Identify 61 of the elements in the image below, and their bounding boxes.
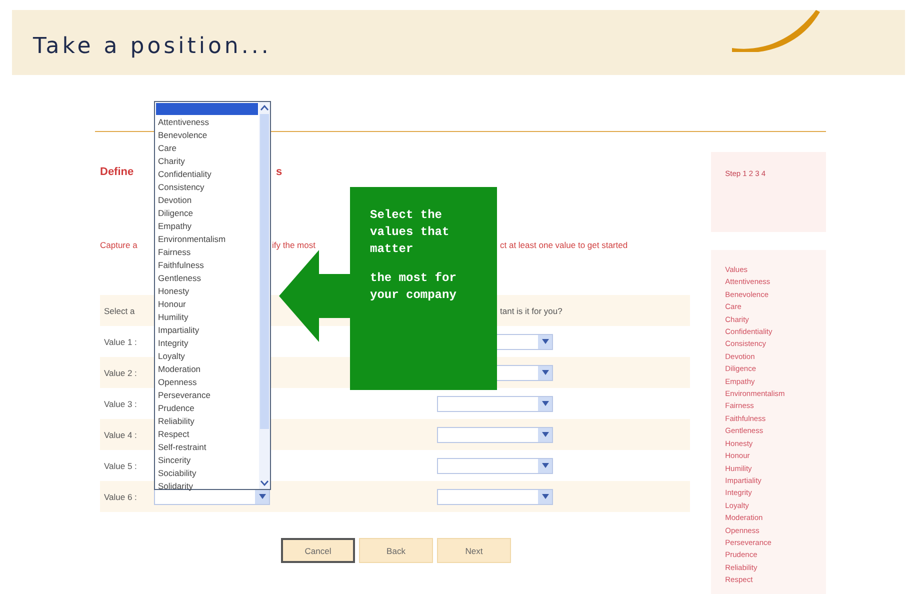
callout-text: the most for your company	[370, 270, 458, 304]
list-option[interactable]: Perseverance	[155, 389, 259, 402]
scroll-up-icon	[260, 105, 269, 111]
value-label: Value 2 :	[103, 368, 138, 378]
caret-icon	[542, 463, 548, 468]
list-option[interactable]: Honesty	[155, 285, 259, 298]
list-option[interactable]: Respect	[155, 428, 259, 441]
value-label: Value 6 :	[103, 492, 138, 502]
value-label: Value 4 :	[103, 430, 138, 440]
question-text: Select a	[103, 306, 136, 316]
caret-icon	[542, 432, 548, 437]
list-option[interactable]: Attentiveness	[155, 116, 259, 129]
list-option[interactable]: Care	[155, 142, 259, 155]
list-option[interactable]: Faithfulness	[155, 259, 259, 272]
value-label: Value 3 :	[103, 398, 138, 408]
list-option[interactable]: Humility	[155, 311, 259, 324]
list-option[interactable]: Charity	[155, 155, 259, 168]
list-option[interactable]: Consistency	[155, 181, 259, 194]
intro-text: ct at least one value to get started	[500, 240, 628, 250]
caret-icon	[542, 370, 548, 375]
caret-icon	[542, 494, 548, 499]
caret-icon	[258, 494, 266, 499]
list-option[interactable]: Fairness	[155, 246, 259, 259]
value-label: Value 5 :	[103, 460, 138, 470]
list-option[interactable]: Sociability	[155, 467, 259, 480]
list-option[interactable]: Honour	[155, 298, 259, 311]
form-heading: s	[276, 166, 282, 178]
list-option[interactable]: Environmentalism	[155, 233, 259, 246]
list-option[interactable]: Solidarity	[155, 480, 259, 493]
intro-text: ify the most	[272, 240, 316, 250]
list-option[interactable]: Gentleness	[155, 272, 259, 285]
caret-icon	[542, 401, 548, 406]
list-option[interactable]: Openness	[155, 376, 259, 389]
scroll-thumb[interactable]	[260, 114, 269, 429]
list-option[interactable]: Benevolence	[155, 129, 259, 142]
form-heading: Define	[100, 166, 134, 178]
list-option[interactable]: Reliability	[155, 415, 259, 428]
value-label: Value 1 :	[103, 336, 138, 346]
list-option[interactable]: Moderation	[155, 363, 259, 376]
blank-option[interactable]	[156, 103, 258, 115]
scrollbar[interactable]	[259, 102, 270, 489]
list-option[interactable]: Loyalty	[155, 350, 259, 363]
intro-text: Capture a	[100, 240, 138, 250]
list-option[interactable]: Impartiality	[155, 324, 259, 337]
scroll-down-icon	[260, 480, 269, 486]
page-title: Take a position...	[33, 34, 272, 59]
list-option[interactable]: Self-restraint	[155, 441, 259, 454]
list-option[interactable]: Prudence	[155, 402, 259, 415]
question-text: tant is it for you?	[500, 306, 562, 316]
nav-button[interactable]: Cancel	[281, 538, 355, 563]
nav-button[interactable]: Next	[437, 538, 511, 563]
list-option[interactable]: Sincerity	[155, 454, 259, 467]
dropdown-menu[interactable]	[154, 101, 271, 490]
list-option[interactable]: Integrity	[155, 337, 259, 350]
callout-text: Select the values that matter	[370, 207, 450, 258]
nav-button[interactable]: Back	[359, 538, 433, 563]
caret-icon	[542, 339, 548, 344]
list-option[interactable]: Confidentiality	[155, 168, 259, 181]
list-option[interactable]: Diligence	[155, 207, 259, 220]
list-option[interactable]: Empathy	[155, 220, 259, 233]
list-option[interactable]: Devotion	[155, 194, 259, 207]
